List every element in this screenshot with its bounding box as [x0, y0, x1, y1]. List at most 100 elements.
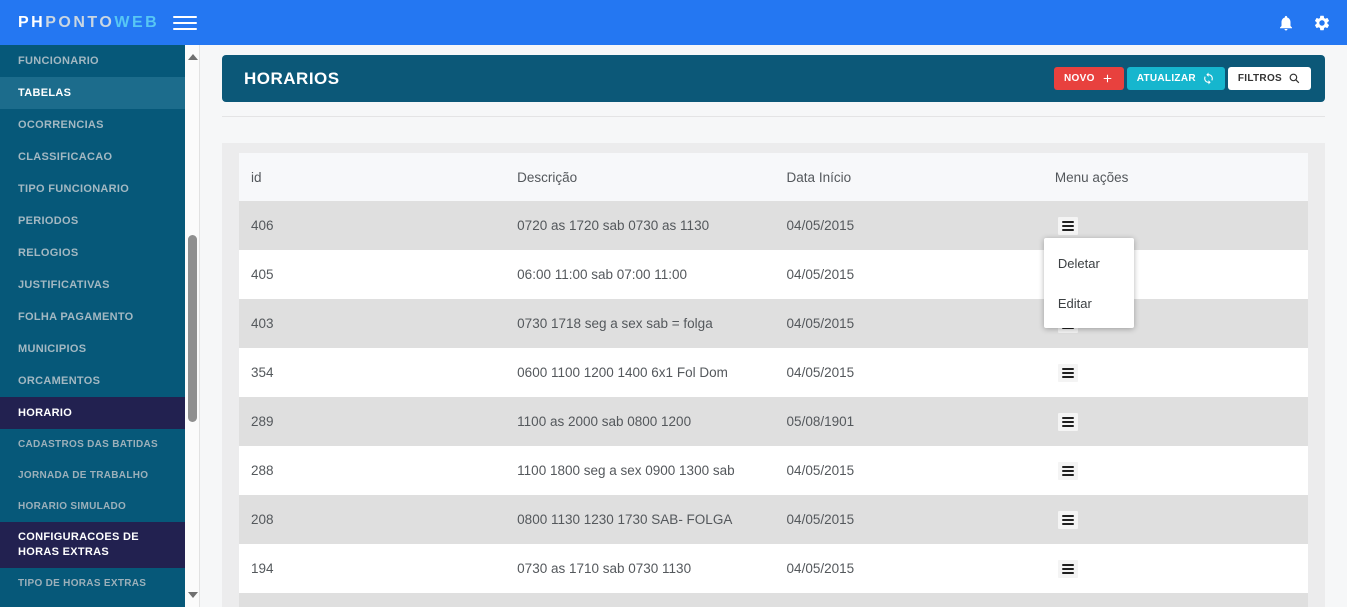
cell-menu-acoes — [1043, 495, 1308, 544]
menu-item-deletar[interactable]: Deletar — [1044, 243, 1134, 283]
sidebar-item-label: TIPO FUNCIONARIO — [18, 182, 129, 197]
cell-menu-acoes — [1043, 397, 1308, 446]
header-actions: NOVO ATUALIZAR FILTROS — [1054, 67, 1311, 90]
filtros-button-label: FILTROS — [1238, 73, 1282, 84]
cell-data_inicio: 05/08/1901 — [775, 414, 1043, 429]
menu-icon[interactable] — [173, 12, 197, 34]
scrollbar-thumb[interactable] — [188, 235, 197, 422]
scroll-down-icon[interactable] — [188, 592, 198, 598]
row-actions-menu-icon[interactable] — [1058, 413, 1078, 431]
sidebar-item-label: JORNADA DE TRABALHO — [18, 468, 148, 483]
cell-data_inicio: 04/05/2015 — [775, 512, 1043, 527]
sidebar-item-ocorrencias[interactable]: OCORRENCIAS — [0, 109, 185, 141]
main-content: HORARIOS NOVO ATUALIZAR FILTROS — [200, 45, 1347, 607]
sidebar-item-municipios[interactable]: MUNICIPIOS — [0, 333, 185, 365]
plus-icon — [1101, 72, 1114, 85]
gear-icon[interactable] — [1313, 14, 1331, 32]
sidebar-item-label: FOLHA PAGAMENTO — [18, 310, 134, 325]
sidebar-item-label: TIPO DE HORAS EXTRAS — [18, 576, 146, 591]
sidebar-item-label: OCORRENCIAS — [18, 118, 104, 133]
cell-id: 403 — [239, 316, 505, 331]
sidebar-item-tabelas[interactable]: TABELAS — [0, 77, 185, 109]
sidebar-item-folha-pagamento[interactable]: FOLHA PAGAMENTO — [0, 301, 185, 333]
app-root: PHPONTOWEB FUNCIONARIO TABELAS OCORRENCIAS… — [0, 0, 1347, 607]
cell-id: 354 — [239, 365, 505, 380]
sidebar-item-classificacao[interactable]: CLASSIFICACAO — [0, 141, 185, 173]
filtros-button[interactable]: FILTROS — [1228, 67, 1311, 90]
column-header-1: Descrição — [505, 170, 774, 185]
sidebar-item-label: CONFIGURACOES DE HORAS EXTRAS — [18, 530, 175, 560]
cell-id: 194 — [239, 561, 505, 576]
page-header: HORARIOS NOVO ATUALIZAR FILTROS — [222, 55, 1325, 102]
column-header-0: id — [239, 170, 505, 185]
cell-menu-acoes — [1043, 446, 1308, 495]
row-actions-menu-icon[interactable] — [1058, 462, 1078, 480]
table-row: 3540600 1100 1200 1400 6x1 Fol Dom04/05/… — [239, 348, 1308, 397]
sidebar-item-label: HORARIO — [18, 406, 72, 421]
atualizar-button-label: ATUALIZAR — [1137, 73, 1196, 84]
sidebar-item-cadastros-das-batidas[interactable]: CADASTROS DAS BATIDAS — [0, 429, 185, 460]
table-row: 2080800 1130 1230 1730 SAB- FOLGA04/05/2… — [239, 495, 1308, 544]
sidebar-item-label: JUSTIFICATIVAS — [18, 278, 110, 293]
sidebar-item-horario[interactable]: HORARIO — [0, 397, 185, 429]
table-body: 4060720 as 1720 sab 0730 as 113004/05/20… — [239, 201, 1308, 607]
sidebar-item-label: MUNICIPIOS — [18, 342, 86, 357]
sidebar-item-configuracoes-de-horas-extras[interactable]: CONFIGURACOES DE HORAS EXTRAS — [0, 522, 185, 568]
search-icon — [1288, 72, 1301, 85]
sidebar-item-tipo-de-horas-extras[interactable]: TIPO DE HORAS EXTRAS — [0, 568, 185, 599]
row-actions-menu-icon[interactable] — [1058, 511, 1078, 529]
sidebar-item-horario-simulado[interactable]: HORARIO SIMULADO — [0, 491, 185, 522]
scroll-up-icon[interactable] — [188, 54, 198, 60]
sidebar-item-orcamentos[interactable]: ORCAMENTOS — [0, 365, 185, 397]
row-actions-menu-icon[interactable] — [1058, 364, 1078, 382]
page-title: HORARIOS — [244, 69, 340, 89]
table-row: 40506:00 11:00 sab 07:00 11:0004/05/2015 — [239, 250, 1308, 299]
table-row: 2891100 as 2000 sab 0800 120005/08/1901 — [239, 397, 1308, 446]
novo-button[interactable]: NOVO — [1054, 67, 1124, 90]
cell-menu-acoes: DeletarEditar — [1043, 201, 1308, 250]
sidebar-item-label: ORCAMENTOS — [18, 374, 100, 389]
sidebar-item-label: FUNCIONARIO — [18, 54, 99, 69]
sidebar-item-justificativas[interactable]: JUSTIFICATIVAS — [0, 269, 185, 301]
bell-icon[interactable] — [1277, 14, 1295, 32]
cell-id: 208 — [239, 512, 505, 527]
cell-data_inicio: 04/05/2015 — [775, 316, 1043, 331]
column-header-2: Data Início — [775, 170, 1043, 185]
menu-item-editar[interactable]: Editar — [1044, 283, 1134, 323]
atualizar-button[interactable]: ATUALIZAR — [1127, 67, 1225, 90]
row-actions-menu-icon[interactable] — [1058, 560, 1078, 578]
logo-part-ponto: PONTO — [45, 14, 114, 32]
sidebar-item-periodos[interactable]: PERIODOS — [0, 205, 185, 237]
table-row: 1940730 as 1710 sab 0730 113004/05/2015 — [239, 544, 1308, 593]
app-logo: PHPONTOWEB — [18, 14, 159, 32]
logo-part-ph: PH — [18, 14, 45, 32]
sidebar-item-tipo-funcionario[interactable]: TIPO FUNCIONARIO — [0, 173, 185, 205]
cell-descricao: 0730 as 1710 sab 0730 1130 — [505, 561, 774, 576]
sidebar-item-relogios[interactable]: RELOGIOS — [0, 237, 185, 269]
table-row: 4030730 1718 seg a sex sab = folga04/05/… — [239, 299, 1308, 348]
topbar: PHPONTOWEB — [0, 0, 1347, 45]
cell-id: 289 — [239, 414, 505, 429]
cell-descricao: 0730 1718 seg a sex sab = folga — [505, 316, 774, 331]
cell-menu-acoes — [1043, 593, 1308, 607]
cell-data_inicio: 04/05/2015 — [775, 365, 1043, 380]
sidebar-item-jornada-de-trabalho[interactable]: JORNADA DE TRABALHO — [0, 460, 185, 491]
table-row: 4060720 as 1720 sab 0730 as 113004/05/20… — [239, 201, 1308, 250]
row-actions-menu-icon[interactable] — [1058, 217, 1078, 235]
sidebar-item-funcionario[interactable]: FUNCIONARIO — [0, 45, 185, 77]
cell-id: 405 — [239, 267, 505, 282]
table-panel: idDescriçãoData InícioMenu ações 4060720… — [222, 143, 1325, 607]
sidebar-item-label: HORARIO SIMULADO — [18, 499, 126, 514]
table-header-row: idDescriçãoData InícioMenu ações — [239, 153, 1308, 201]
cell-descricao: 0720 as 1720 sab 0730 as 1130 — [505, 218, 774, 233]
sidebar-scrollbar[interactable] — [185, 45, 200, 607]
cell-descricao: 0800 1130 1230 1730 SAB- FOLGA — [505, 512, 774, 527]
cell-data_inicio: 04/05/2015 — [775, 218, 1043, 233]
sidebar-item-label: CADASTROS DAS BATIDAS — [18, 437, 158, 452]
cell-data_inicio: 04/05/2015 — [775, 267, 1043, 282]
refresh-icon — [1202, 72, 1215, 85]
column-header-3: Menu ações — [1043, 170, 1308, 185]
sidebar-item-label: TABELAS — [18, 86, 71, 101]
horarios-table: idDescriçãoData InícioMenu ações 4060720… — [239, 153, 1308, 607]
cell-descricao: 06:00 11:00 sab 07:00 11:00 — [505, 267, 774, 282]
